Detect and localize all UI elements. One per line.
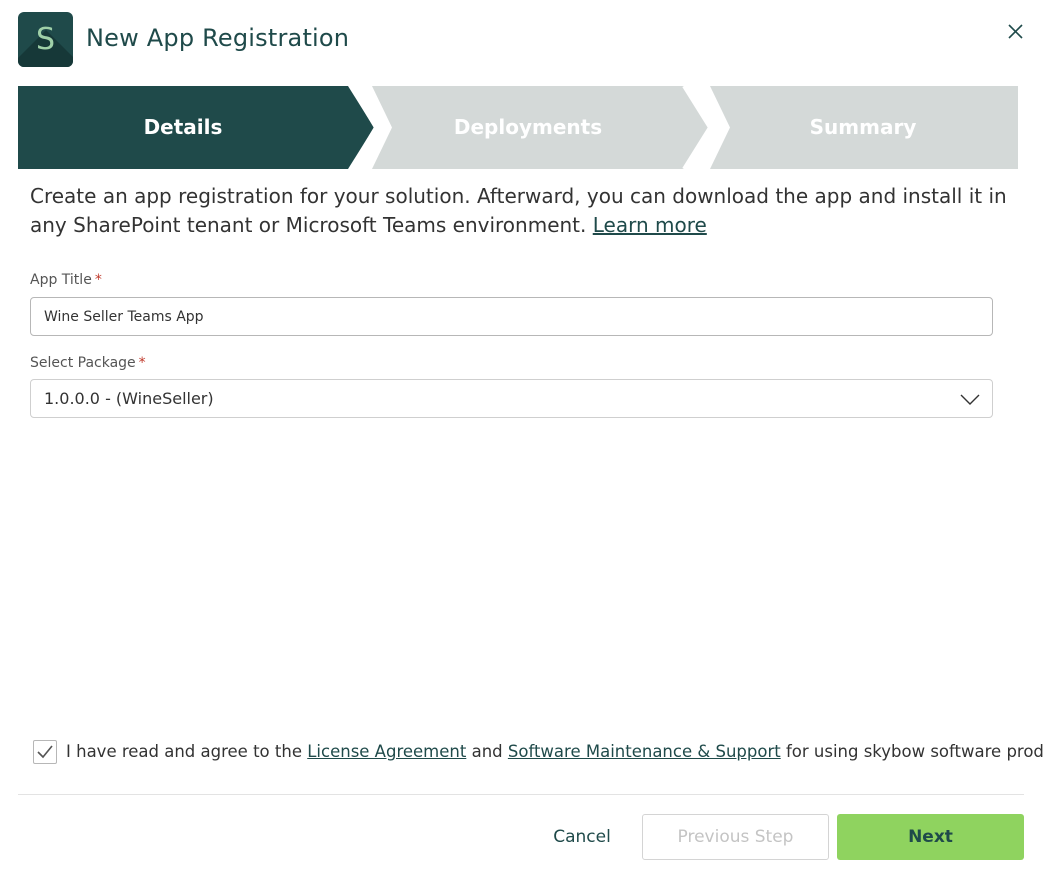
agreement-text: I have read and agree to the License Agr… xyxy=(66,741,1044,763)
wizard-stepper: Details Deployments Summary xyxy=(18,86,1018,169)
required-marker: * xyxy=(138,355,146,371)
select-package-label-text: Select Package xyxy=(30,355,136,371)
close-button[interactable] xyxy=(1003,20,1027,44)
learn-more-link[interactable]: Learn more xyxy=(593,213,707,237)
description: Create an app registration for your solu… xyxy=(30,182,1020,240)
dialog-title: New App Registration xyxy=(86,24,350,52)
logo-letter: S xyxy=(35,22,56,57)
required-marker: * xyxy=(94,272,102,288)
agreement-prefix: I have read and agree to the xyxy=(66,742,302,761)
step-details[interactable]: Details xyxy=(18,86,348,169)
cancel-button[interactable]: Cancel xyxy=(540,814,624,860)
app-title-label: App Title * xyxy=(30,272,102,288)
app-logo: S xyxy=(18,12,73,67)
previous-step-button[interactable]: Previous Step xyxy=(642,814,829,860)
app-title-input[interactable] xyxy=(30,297,993,336)
description-text: Create an app registration for your solu… xyxy=(30,184,1007,237)
step-summary: Summary xyxy=(809,115,917,139)
package-select[interactable]: 1.0.0.0 - (WineSeller) xyxy=(30,379,993,418)
maintenance-support-link[interactable]: Software Maintenance & Support xyxy=(508,742,781,761)
agreement-suffix: for using skybow software products xyxy=(785,742,1044,761)
close-icon xyxy=(1008,24,1023,39)
license-agreement-link[interactable]: License Agreement xyxy=(307,742,466,761)
agreement-checkbox[interactable] xyxy=(33,740,57,764)
agreement-middle: and xyxy=(471,742,503,761)
app-title-label-text: App Title xyxy=(30,272,92,288)
chevron-down-icon xyxy=(960,394,980,405)
checkmark-icon xyxy=(37,745,53,759)
next-button[interactable]: Next xyxy=(837,814,1024,860)
package-selected-value: 1.0.0.0 - (WineSeller) xyxy=(44,389,214,408)
footer-divider xyxy=(18,794,1024,795)
step-deployments: Deployments xyxy=(453,115,603,139)
select-package-label: Select Package * xyxy=(30,355,146,371)
